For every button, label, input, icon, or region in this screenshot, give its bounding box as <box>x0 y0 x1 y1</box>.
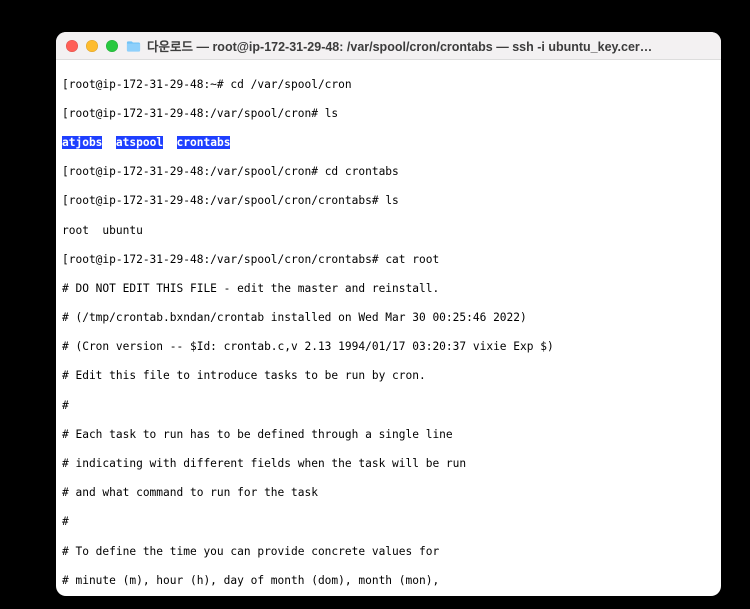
folder-icon <box>126 40 141 52</box>
term-line: [root@ip-172-31-29-48:/var/spool/cron# c… <box>62 165 715 180</box>
prompt: [root@ip-172-31-29-48:/var/spool/cron# <box>62 165 325 178</box>
minimize-icon[interactable] <box>86 40 98 52</box>
dir-atspool: atspool <box>116 136 163 149</box>
command: cd /var/spool/cron <box>230 78 351 91</box>
dir-atjobs: atjobs <box>62 136 102 149</box>
term-line: root ubuntu <box>62 224 715 239</box>
term-line: [root@ip-172-31-29-48:/var/spool/cron# l… <box>62 107 715 122</box>
window-controls <box>66 40 118 52</box>
term-line: atjobs atspool crontabs <box>62 136 715 151</box>
terminal-window: 다운로드 — root@ip-172-31-29-48: /var/spool/… <box>56 32 721 596</box>
command: ls <box>385 194 398 207</box>
dir-crontabs: crontabs <box>177 136 231 149</box>
command: cd crontabs <box>325 165 399 178</box>
file-line: # To define the time you can provide con… <box>62 545 715 560</box>
file-line: # Edit this file to introduce tasks to b… <box>62 369 715 384</box>
terminal-body[interactable]: [root@ip-172-31-29-48:~# cd /var/spool/c… <box>56 60 721 596</box>
close-icon[interactable] <box>66 40 78 52</box>
prompt: [root@ip-172-31-29-48:~# <box>62 78 230 91</box>
file-line: # and what command to run for the task <box>62 486 715 501</box>
command: ls <box>325 107 338 120</box>
file-line: # (Cron version -- $Id: crontab.c,v 2.13… <box>62 340 715 355</box>
prompt: [root@ip-172-31-29-48:/var/spool/cron/cr… <box>62 194 385 207</box>
file-line: # DO NOT EDIT THIS FILE - edit the maste… <box>62 282 715 297</box>
file-line: # (/tmp/crontab.bxndan/crontab installed… <box>62 311 715 326</box>
window-title: 다운로드 — root@ip-172-31-29-48: /var/spool/… <box>147 36 655 55</box>
zoom-icon[interactable] <box>106 40 118 52</box>
file-line: # <box>62 515 715 530</box>
prompt: [root@ip-172-31-29-48:/var/spool/cron/cr… <box>62 253 385 266</box>
prompt: [root@ip-172-31-29-48:/var/spool/cron# <box>62 107 325 120</box>
file-line: # minute (m), hour (h), day of month (do… <box>62 574 715 589</box>
file-line: # indicating with different fields when … <box>62 457 715 472</box>
term-line: [root@ip-172-31-29-48:/var/spool/cron/cr… <box>62 194 715 209</box>
command: cat root <box>385 253 439 266</box>
file-line: # Each task to run has to be defined thr… <box>62 428 715 443</box>
term-line: [root@ip-172-31-29-48:/var/spool/cron/cr… <box>62 253 715 268</box>
file-line: # <box>62 399 715 414</box>
title-wrap: 다운로드 — root@ip-172-31-29-48: /var/spool/… <box>126 36 655 55</box>
titlebar[interactable]: 다운로드 — root@ip-172-31-29-48: /var/spool/… <box>56 32 721 60</box>
term-line: [root@ip-172-31-29-48:~# cd /var/spool/c… <box>62 78 715 93</box>
